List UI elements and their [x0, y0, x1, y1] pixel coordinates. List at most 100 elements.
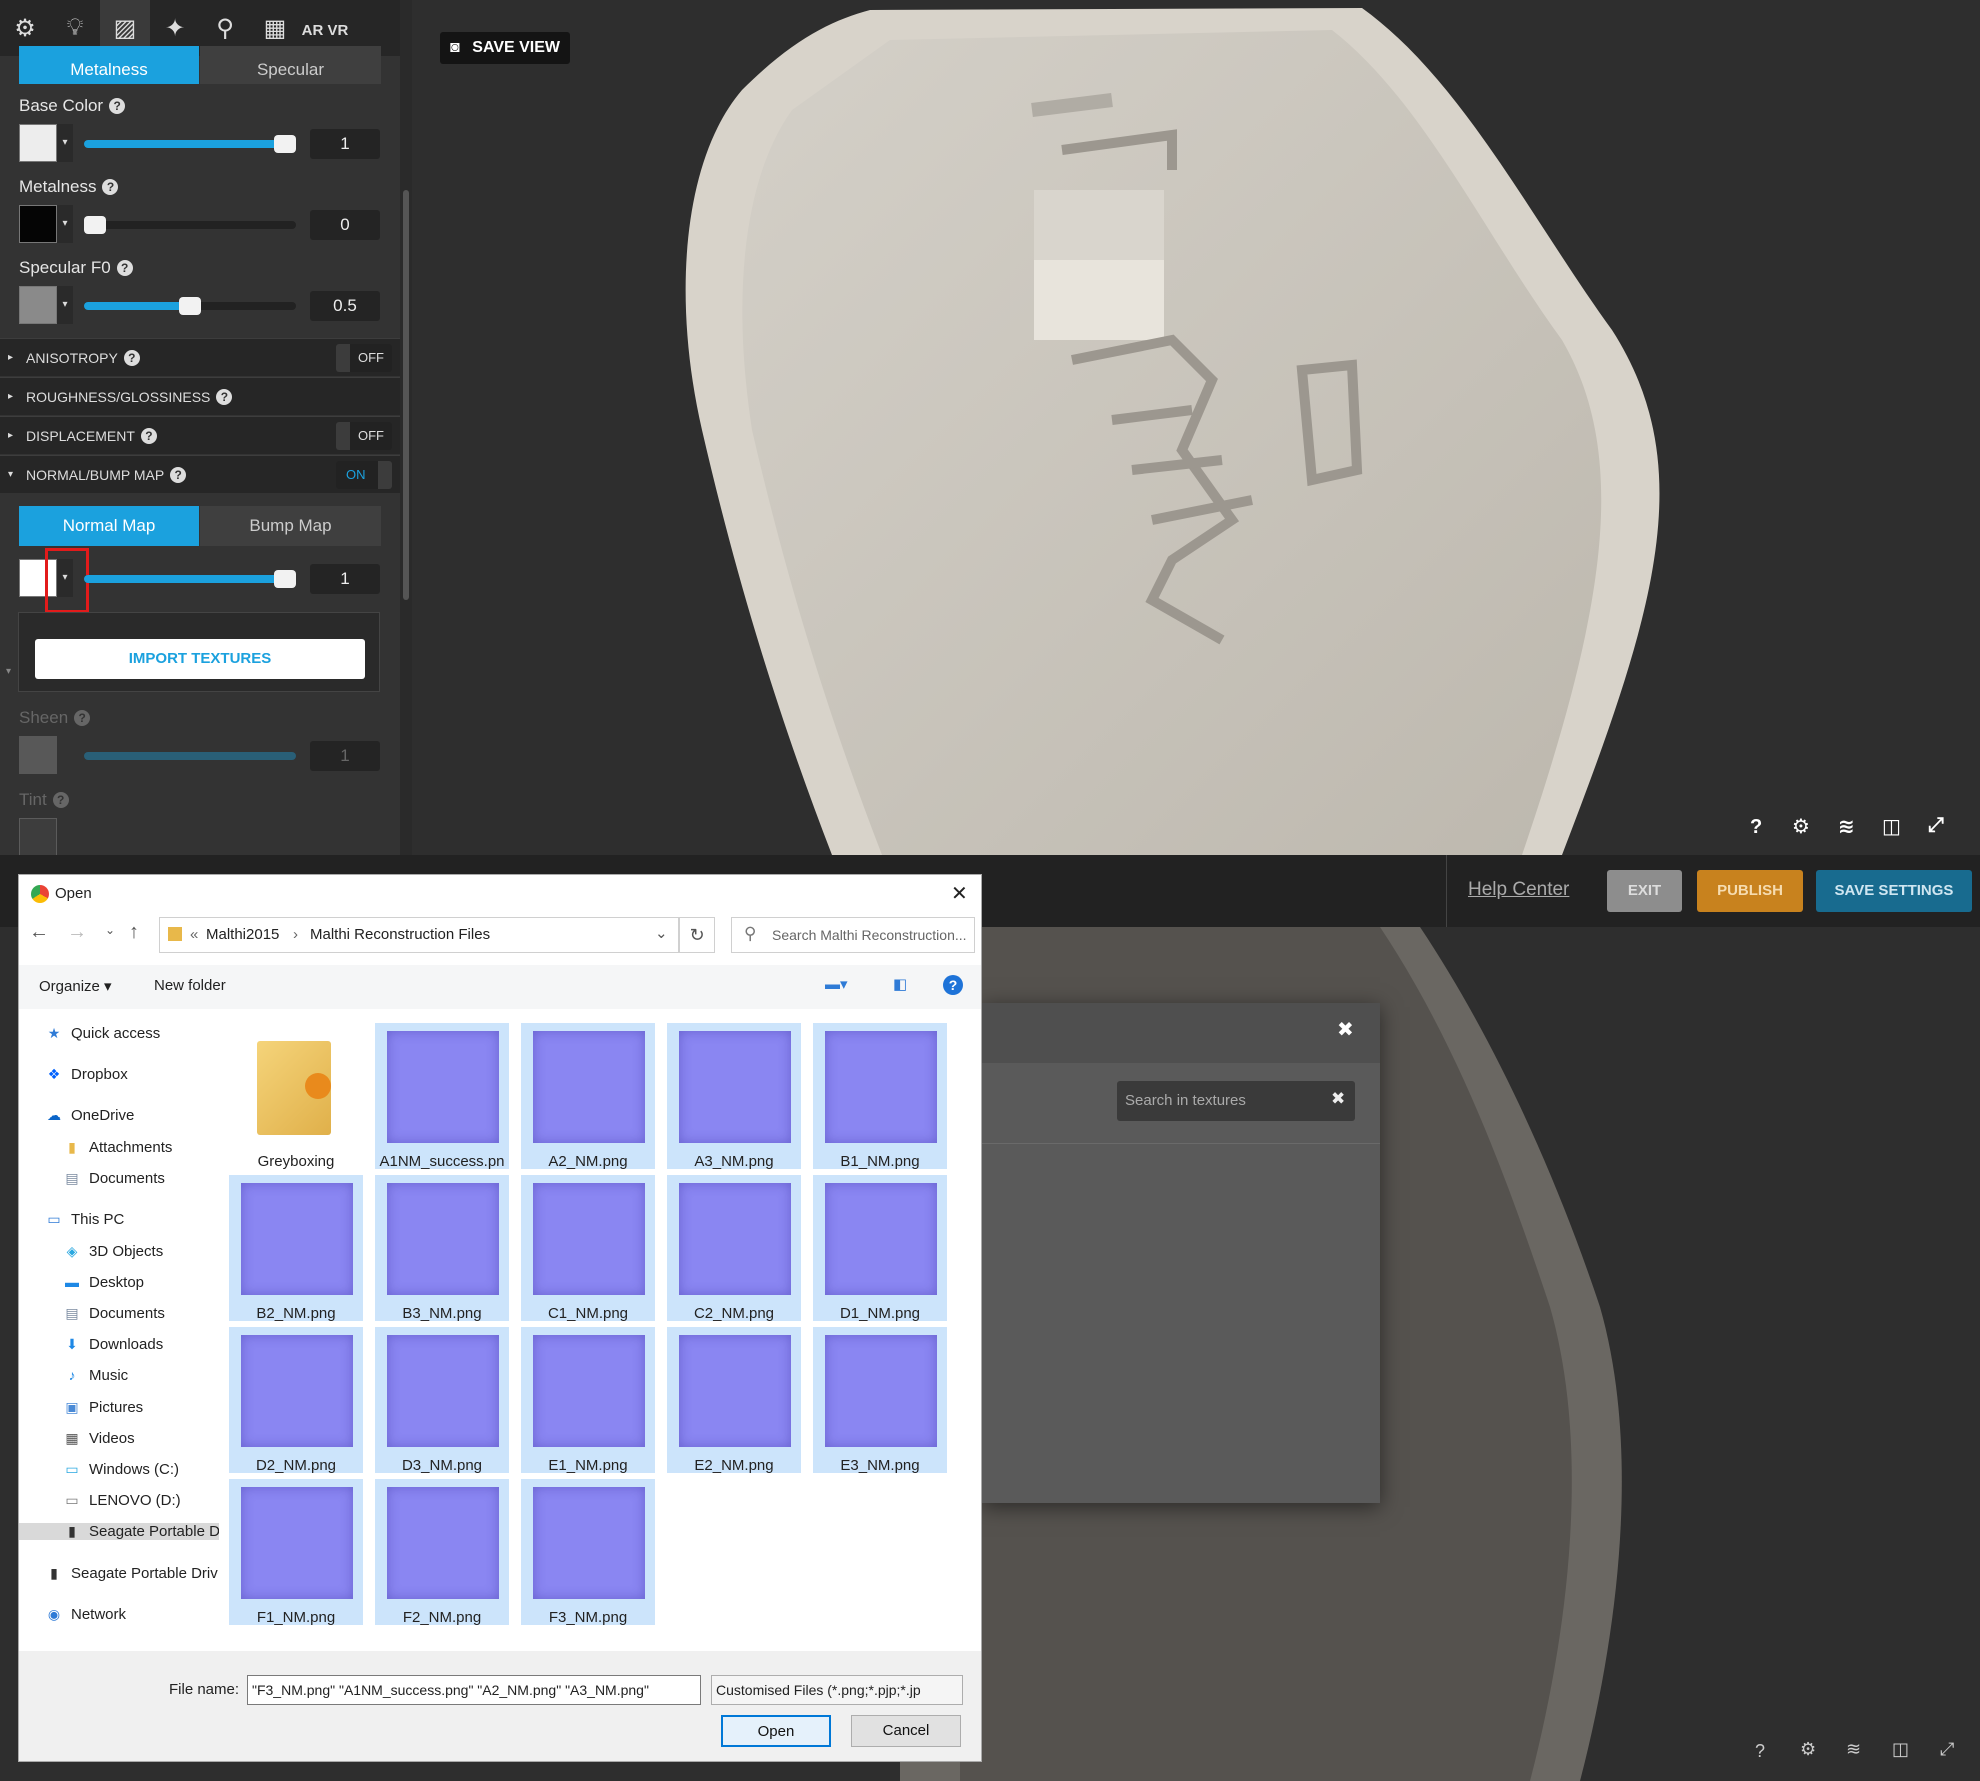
- texture-search-input[interactable]: Search in textures: [1117, 1081, 1355, 1121]
- path-overflow[interactable]: «: [190, 926, 198, 943]
- file-item[interactable]: C1_NM.png: [521, 1175, 655, 1322]
- file-item[interactable]: E2_NM.png: [667, 1327, 801, 1474]
- nav-item[interactable]: ▮ Seagate Portable Dr: [19, 1523, 219, 1540]
- section-displacement[interactable]: ▸ DISPLACEMENT? OFF: [0, 416, 400, 454]
- file-item[interactable]: A3_NM.png: [667, 1023, 801, 1170]
- fullscreen-icon[interactable]: ⤢: [1928, 814, 1944, 837]
- file-item[interactable]: B1_NM.png: [813, 1023, 947, 1170]
- normal-map-value[interactable]: 1: [310, 564, 380, 594]
- file-name-input[interactable]: "F3_NM.png" "A1NM_success.png" "A2_NM.pn…: [247, 1675, 701, 1705]
- help-icon[interactable]: ?: [109, 98, 126, 114]
- metalness-dropdown[interactable]: ▾: [57, 205, 73, 243]
- metalness-slider[interactable]: [84, 216, 296, 234]
- file-item[interactable]: A2_NM.png: [521, 1023, 655, 1170]
- section-normal-bump[interactable]: ▾ NORMAL/BUMP MAP? ON: [0, 455, 400, 493]
- nav-item[interactable]: ▤ Documents: [63, 1170, 219, 1187]
- publish-button[interactable]: PUBLISH: [1697, 870, 1803, 912]
- nav-item[interactable]: ⬇ Downloads: [63, 1336, 219, 1353]
- layers-icon[interactable]: ≋: [1838, 814, 1855, 839]
- file-item[interactable]: B2_NM.png: [229, 1175, 363, 1322]
- specular-f0-value[interactable]: 0.5: [310, 291, 380, 321]
- base-color-dropdown[interactable]: ▾: [57, 124, 73, 162]
- import-textures-button[interactable]: IMPORT TEXTURES: [35, 639, 365, 679]
- help-center-link[interactable]: Help Center: [1468, 879, 1569, 901]
- nav-item[interactable]: ❖ Dropbox: [45, 1066, 219, 1083]
- specular-workflow-tab[interactable]: Specular: [200, 46, 381, 84]
- file-item[interactable]: F2_NM.png: [375, 1479, 509, 1626]
- address-bar[interactable]: « Malthi2015 › Malthi Reconstruction Fil…: [159, 917, 679, 953]
- chevron-down-icon[interactable]: ⌄: [655, 924, 668, 942]
- displacement-toggle[interactable]: OFF: [336, 422, 392, 450]
- save-settings-button[interactable]: SAVE SETTINGS: [1816, 870, 1972, 912]
- specular-f0-dropdown[interactable]: ▾: [57, 286, 73, 324]
- section-roughness[interactable]: ▸ ROUGHNESS/GLOSSINESS?: [0, 377, 400, 415]
- bump-map-tab[interactable]: Bump Map: [200, 506, 381, 546]
- base-color-slider[interactable]: [84, 135, 296, 153]
- exit-button[interactable]: EXIT: [1607, 870, 1682, 912]
- file-type-select[interactable]: Customised Files (*.png;*.pjp;*.jp: [711, 1675, 963, 1705]
- preview-pane-icon[interactable]: ◧: [893, 975, 907, 993]
- settings-icon[interactable]: ⚙: [1800, 1739, 1816, 1760]
- slider-knob[interactable]: [84, 216, 106, 234]
- file-item[interactable]: E1_NM.png: [521, 1327, 655, 1474]
- metalness-value[interactable]: 0: [310, 210, 380, 240]
- base-color-value[interactable]: 1: [310, 129, 380, 159]
- file-item[interactable]: D1_NM.png: [813, 1175, 947, 1322]
- nav-item[interactable]: ◉ Network: [45, 1606, 219, 1623]
- nav-item[interactable]: ◈ 3D Objects: [63, 1243, 219, 1260]
- metalness-workflow-tab[interactable]: Metalness: [19, 46, 199, 84]
- file-item[interactable]: A1NM_success.pn g: [375, 1023, 509, 1188]
- search-box[interactable]: ⚲ Search Malthi Reconstruction...: [731, 917, 975, 953]
- metalness-swatch[interactable]: [19, 205, 57, 243]
- vr-icon[interactable]: ◫: [1892, 1739, 1909, 1760]
- help-icon[interactable]: ?: [943, 975, 963, 995]
- open-button[interactable]: Open: [721, 1715, 831, 1747]
- nav-item[interactable]: ♪ Music: [63, 1367, 219, 1384]
- path-segment-reconstruction[interactable]: Malthi Reconstruction Files: [310, 926, 490, 943]
- section-anisotropy[interactable]: ▸ ANISOTROPY? OFF: [0, 338, 400, 376]
- up-arrow-icon[interactable]: ↑: [129, 921, 139, 944]
- nav-item[interactable]: ▣ Pictures: [63, 1399, 219, 1416]
- help-icon[interactable]: ?: [1755, 1741, 1765, 1762]
- file-item[interactable]: F3_NM.png: [521, 1479, 655, 1626]
- close-icon[interactable]: ✖: [1337, 1017, 1354, 1042]
- slider-knob[interactable]: [274, 570, 296, 588]
- nav-item[interactable]: ▦ Videos: [63, 1430, 219, 1447]
- back-arrow-icon[interactable]: ←: [29, 921, 49, 944]
- nav-item[interactable]: ☁ OneDrive: [45, 1107, 219, 1124]
- file-item[interactable]: E3_NM.png: [813, 1327, 947, 1474]
- save-view-button[interactable]: ◙ SAVE VIEW: [440, 32, 570, 64]
- recent-dropdown-icon[interactable]: ⌄: [105, 923, 115, 937]
- folder-item[interactable]: Greyboxing: [229, 1023, 363, 1170]
- nav-item[interactable]: ▭ This PC: [45, 1211, 219, 1228]
- nav-item[interactable]: ▮ Attachments: [63, 1139, 219, 1156]
- nav-item[interactable]: ★ Quick access: [45, 1025, 219, 1042]
- file-item[interactable]: D2_NM.png: [229, 1327, 363, 1474]
- nav-item[interactable]: ▭ Windows (C:): [63, 1461, 219, 1478]
- nav-item[interactable]: ▭ LENOVO (D:): [63, 1492, 219, 1509]
- help-icon[interactable]: ?: [102, 179, 119, 195]
- file-item[interactable]: B3_NM.png: [375, 1175, 509, 1322]
- path-segment-malthi2015[interactable]: Malthi2015: [206, 926, 279, 943]
- cancel-button[interactable]: Cancel: [851, 1715, 961, 1747]
- close-icon[interactable]: ✕: [951, 881, 968, 906]
- 3d-viewport[interactable]: ◙ SAVE VIEW ? ⚙ ≋ ◫ ⤢: [412, 0, 1980, 855]
- sidebar-scroll-thumb[interactable]: [403, 190, 409, 600]
- refresh-icon[interactable]: ↻: [679, 917, 715, 953]
- help-icon[interactable]: ?: [1750, 816, 1762, 839]
- clear-search-icon[interactable]: ✖: [1331, 1089, 1345, 1109]
- slider-knob[interactable]: [179, 297, 201, 315]
- layers-icon[interactable]: ≋: [1846, 1739, 1861, 1760]
- slider-knob[interactable]: [274, 135, 296, 153]
- base-color-swatch[interactable]: [19, 124, 57, 162]
- settings-icon[interactable]: ⚙: [1792, 814, 1810, 839]
- help-icon[interactable]: ?: [123, 350, 140, 366]
- file-item[interactable]: D3_NM.png: [375, 1327, 509, 1474]
- file-item[interactable]: F1_NM.png: [229, 1479, 363, 1626]
- help-icon[interactable]: ?: [216, 389, 233, 405]
- help-icon[interactable]: ?: [116, 260, 133, 276]
- nav-item[interactable]: ▤ Documents: [63, 1305, 219, 1322]
- fullscreen-icon[interactable]: ⤢: [1940, 1739, 1954, 1760]
- file-item[interactable]: C2_NM.png: [667, 1175, 801, 1322]
- vr-icon[interactable]: ◫: [1882, 814, 1901, 839]
